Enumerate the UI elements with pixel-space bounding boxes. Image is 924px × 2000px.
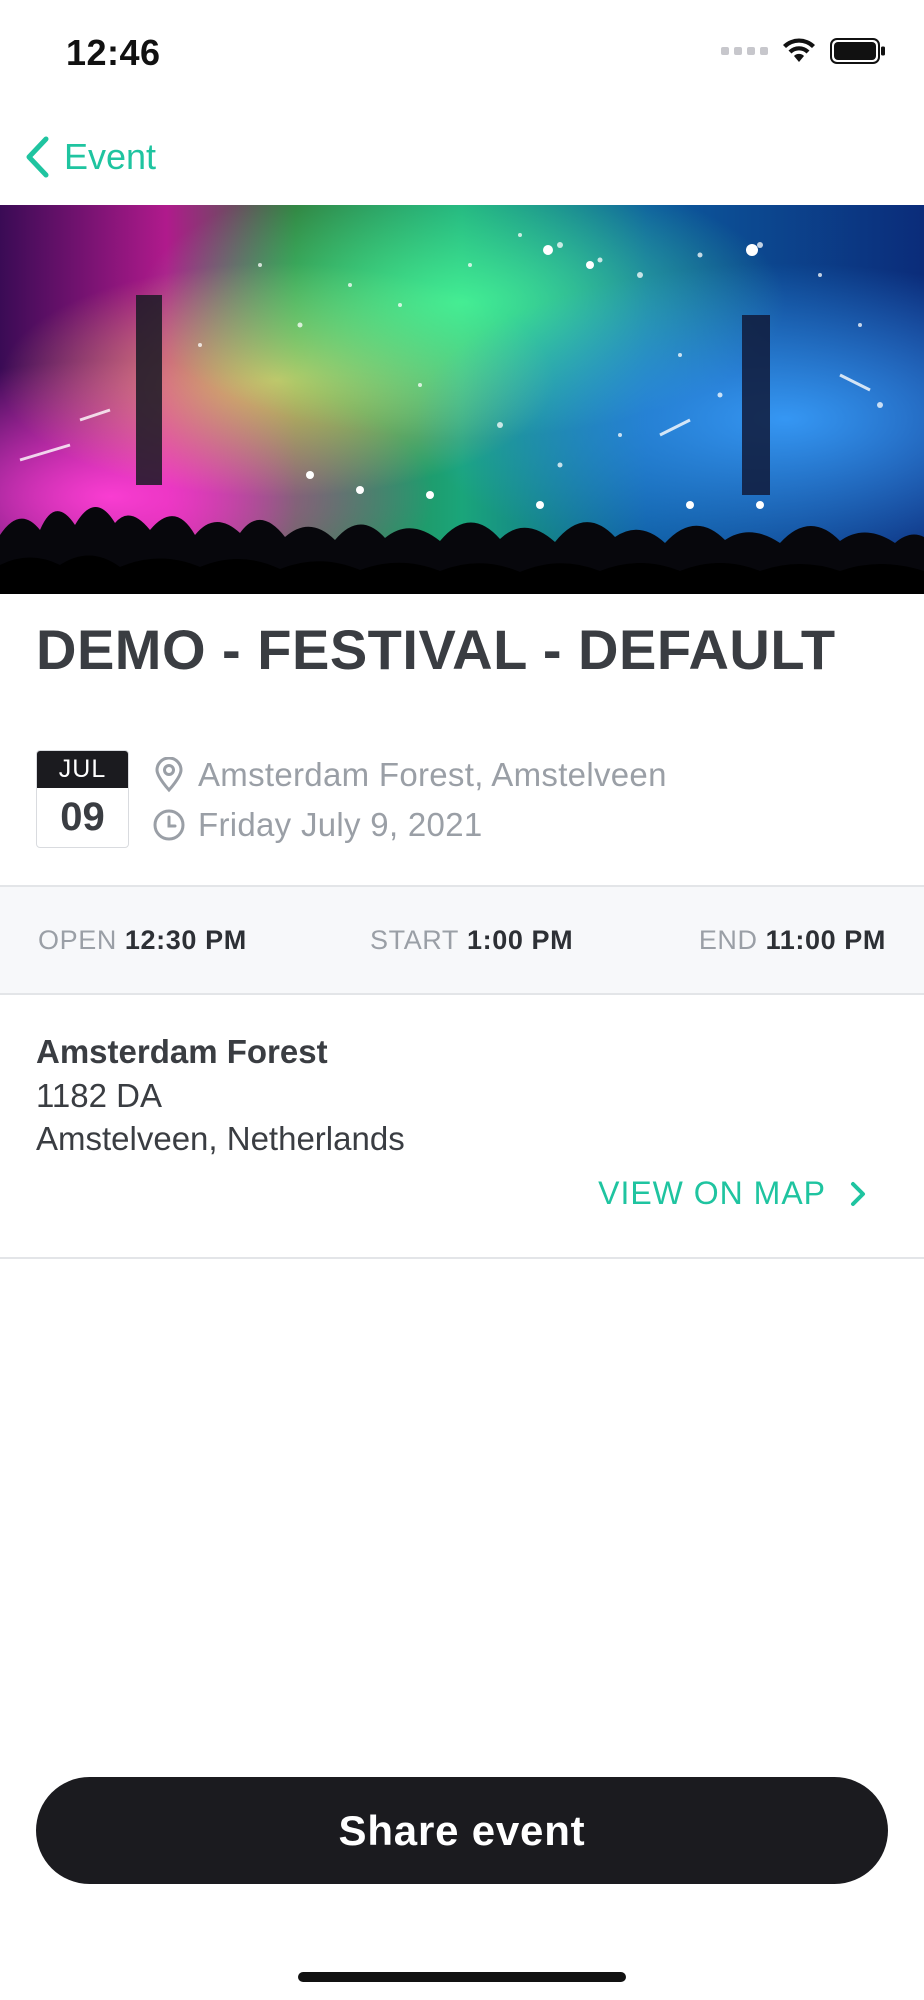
- back-button[interactable]: Event: [24, 130, 156, 184]
- event-title: DEMO - FESTIVAL - DEFAULT: [36, 618, 836, 681]
- event-date-text: Friday July 9, 2021: [198, 806, 483, 843]
- navigation-bar: Event: [0, 110, 924, 205]
- date-badge: JUL 09: [36, 750, 129, 848]
- open-time-value: 12:30 PM: [124, 925, 247, 955]
- wifi-icon: [783, 38, 815, 62]
- concert-stage-illustration: [0, 205, 924, 594]
- event-location: Amsterdam Forest, Amstelveen: [198, 756, 667, 793]
- home-indicator[interactable]: [298, 1972, 626, 1982]
- section-divider: [0, 1257, 924, 1259]
- venue-city-country: Amstelveen, Netherlands: [36, 1120, 405, 1157]
- clock-icon: [153, 809, 185, 841]
- view-on-map-link[interactable]: VIEW ON MAP: [598, 1175, 866, 1212]
- open-time-label: OPEN: [38, 925, 117, 955]
- start-time: START 1:00 PM: [370, 925, 573, 956]
- start-time-value: 1:00 PM: [467, 925, 574, 955]
- chevron-right-icon: [851, 1181, 865, 1206]
- location-pin-icon: [155, 757, 183, 793]
- event-detail-screen: 12:46 Event DEMO - FESTIVAL - DEFAULT JU…: [0, 0, 924, 2000]
- venue-postal-code: 1182 DA: [36, 1077, 162, 1114]
- date-badge-day: 09: [60, 795, 105, 839]
- end-time-label: END: [698, 925, 758, 955]
- event-date-row: Friday July 9, 2021: [152, 806, 483, 844]
- status-time: 12:46: [66, 32, 161, 73]
- end-time-value: 11:00 PM: [765, 925, 886, 955]
- venue-address: Amsterdam Forest 1182 DA Amstelveen, Net…: [36, 1030, 896, 1160]
- open-time: OPEN 12:30 PM: [38, 925, 247, 956]
- battery-icon: [830, 38, 885, 64]
- event-hero-image: [0, 205, 924, 594]
- date-badge-month: JUL: [37, 751, 128, 788]
- event-times-strip: OPEN 12:30 PM START 1:00 PM END 11:00 PM: [0, 885, 924, 995]
- view-on-map-label: VIEW ON MAP: [598, 1175, 826, 1211]
- back-label: Event: [64, 136, 157, 177]
- status-bar: 12:46: [0, 0, 924, 110]
- end-time: END 11:00 PM: [699, 925, 886, 956]
- cellular-signal-icon: [721, 47, 768, 55]
- venue-name: Amsterdam Forest: [36, 1033, 328, 1070]
- start-time-label: START: [370, 925, 460, 955]
- event-location-row: Amsterdam Forest, Amstelveen: [152, 756, 667, 794]
- status-indicators: [721, 38, 886, 64]
- share-event-button[interactable]: Share event: [36, 1777, 888, 1884]
- chevron-left-icon: [26, 136, 49, 178]
